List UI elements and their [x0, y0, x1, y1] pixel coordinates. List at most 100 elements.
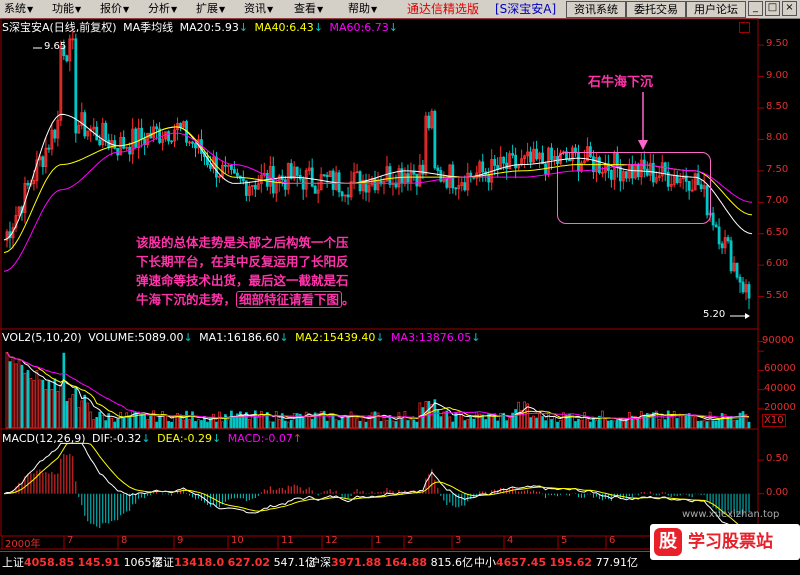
hs-name[interactable]: 沪深 [309, 556, 331, 569]
volume-bar [346, 415, 350, 429]
volume-bar [352, 416, 356, 429]
x-axis-label: 7 [67, 535, 74, 546]
volume-bar [445, 410, 449, 429]
macd-tick-label: 0.50 [766, 453, 789, 465]
volume-bar [26, 370, 30, 429]
volume-bar [80, 400, 84, 429]
volume-bar [167, 421, 170, 429]
volume-bar [385, 420, 389, 429]
price-tick-label: 8.50 [766, 101, 789, 112]
volume-bar [188, 419, 191, 429]
price-candle-body [209, 164, 212, 169]
volume-bar [505, 420, 509, 429]
zx-name[interactable]: 中小 [474, 556, 496, 569]
callout-arrow-head [638, 140, 648, 150]
volume-bar [355, 417, 359, 429]
price-candle-body [421, 164, 425, 175]
volume-bar [586, 418, 589, 429]
volume-bar [128, 415, 132, 429]
volume-bar [262, 415, 266, 429]
annotation-line-1: 该股的总体走势是头部之后构筑一个压 [136, 235, 349, 250]
price-candle-body [313, 185, 317, 194]
volume-bar [370, 412, 374, 429]
price-candle-body [337, 172, 341, 193]
price-candle-body [289, 163, 293, 179]
volume-bar [245, 412, 248, 429]
volume-bar [259, 410, 263, 429]
price-candle-body [711, 212, 715, 226]
volume-bar [616, 419, 619, 429]
price-candle-body [505, 162, 509, 170]
volume-bar [382, 416, 386, 429]
volume-bar [358, 420, 362, 429]
price-candle-body [122, 136, 126, 149]
low-label: 5.20 [703, 309, 726, 320]
volume-bar [460, 413, 464, 429]
volume-bar [442, 411, 446, 429]
volume-bar [218, 411, 221, 429]
volume-bar [672, 410, 676, 429]
volume-bar [11, 357, 15, 429]
zx-value: 4657.45 [496, 556, 547, 569]
volume-ma-line-3 [6, 352, 750, 419]
x-axis-label: 2000年 [5, 539, 41, 550]
macd-value: MACD:-0.07 [227, 432, 293, 445]
volume-bar [666, 410, 670, 429]
price-tick-label: 9.50 [766, 38, 789, 50]
volume-bar [47, 381, 51, 429]
volume-bar [684, 413, 688, 429]
volume-bar [484, 419, 488, 429]
price-candle-body [720, 243, 724, 249]
volume-bar [62, 352, 66, 429]
volume-bar [349, 411, 353, 429]
macd-dea: DEA:-0.29 [157, 432, 213, 445]
price-candle-body [388, 166, 392, 185]
price-candle-body [325, 174, 329, 178]
price-candle-body [104, 122, 108, 141]
x-axis-label: 8 [121, 535, 128, 546]
volume-bar [735, 419, 739, 429]
watermark-url: www.xuexizhan.top [682, 509, 780, 520]
annotation-line-4: 牛海下沉的走势， [136, 292, 237, 307]
volume-bar [412, 419, 416, 429]
volume-ma1: MA1:16186.60 [199, 331, 280, 344]
price-candle-body [373, 178, 377, 191]
sh-name[interactable]: 上证 [2, 556, 24, 569]
volume-bar [690, 416, 694, 429]
volume-ma-lines [6, 352, 750, 421]
volume-bars [5, 352, 751, 429]
price-candle-body [415, 173, 419, 187]
volume-ma-line-2 [6, 352, 750, 420]
volume-tick-label: 60000 [764, 363, 796, 375]
volume-bar [137, 411, 140, 429]
volume-title[interactable]: VOL2(5,10,20) [2, 331, 82, 344]
volume-bar [116, 418, 120, 429]
volume-bar [343, 415, 347, 429]
sz-value: 13418.0 [174, 556, 225, 569]
volume-bar [451, 421, 455, 429]
price-candle-body [493, 159, 497, 166]
volume-bar [50, 389, 54, 429]
volume-bar [544, 420, 547, 429]
low-marker-arrow [745, 313, 750, 319]
volume-bar [53, 378, 57, 429]
volume-bar [532, 415, 535, 429]
volume-bar [92, 419, 96, 429]
price-tick-label: 8.00 [766, 132, 789, 144]
sz-name[interactable]: 深证 [152, 556, 174, 569]
price-candle-body [98, 139, 102, 146]
price-candle-body [454, 187, 458, 190]
volume-bar [717, 419, 721, 429]
volume-bar [675, 418, 679, 429]
volume-bar [224, 414, 227, 429]
volume-bar [610, 420, 613, 429]
volume-bar [466, 419, 470, 429]
price-candle-body [738, 276, 742, 283]
price-candle-body [191, 141, 194, 144]
volume-bar [472, 418, 476, 429]
macd-title[interactable]: MACD(12,26,9) [2, 432, 86, 445]
x-axis-label: 11 [281, 535, 294, 546]
price-candle-body [155, 126, 158, 130]
volume-bar [325, 420, 329, 429]
volume-bar [227, 419, 230, 429]
